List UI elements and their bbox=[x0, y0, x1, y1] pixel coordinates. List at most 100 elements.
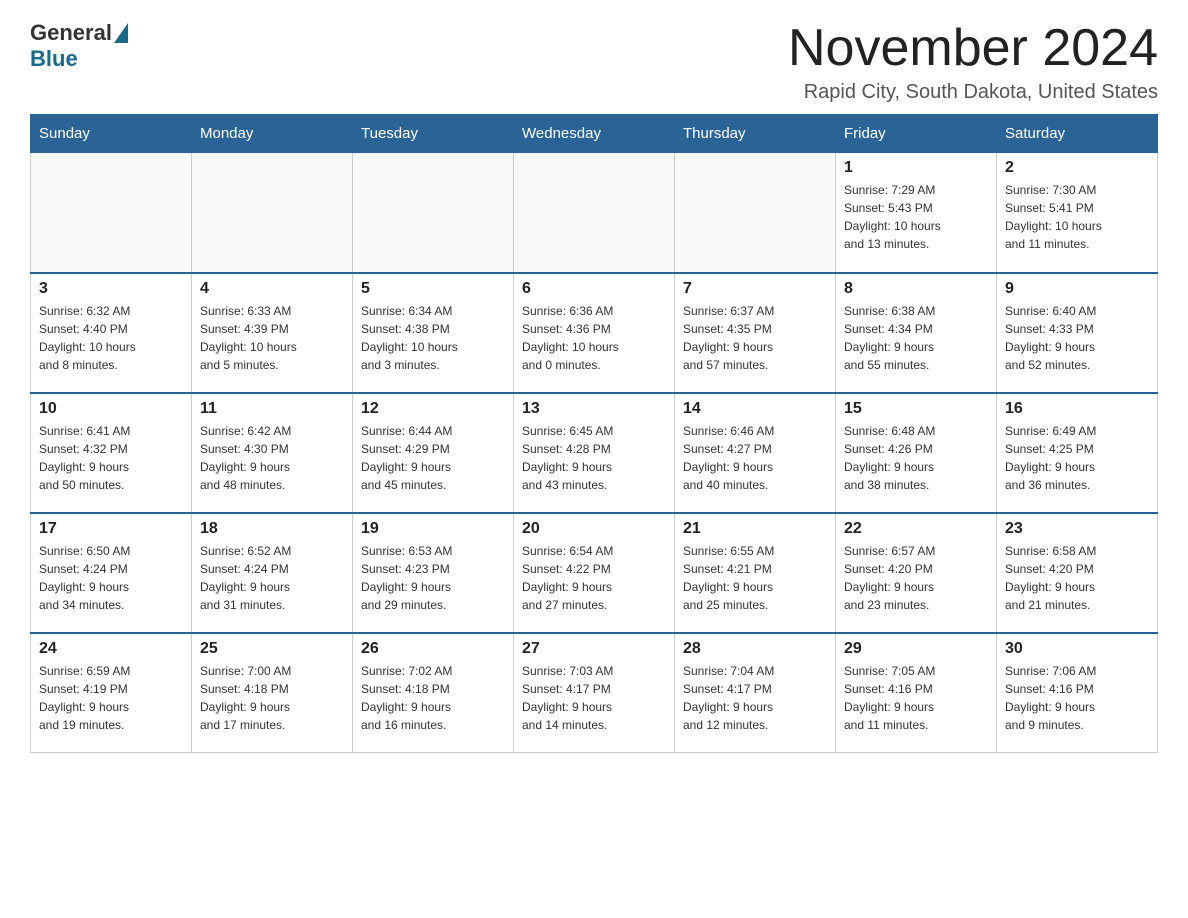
calendar-cell: 22 Sunrise: 6:57 AMSunset: 4:20 PMDayligh… bbox=[836, 513, 997, 633]
calendar-cell: 28 Sunrise: 7:04 AMSunset: 4:17 PMDayligh… bbox=[675, 633, 836, 753]
weekday-header-row: SundayMondayTuesdayWednesdayThursdayFrid… bbox=[31, 115, 1158, 153]
day-number: 30 bbox=[1005, 640, 1149, 658]
calendar-cell: 3Sunrise: 6:32 AMSunset: 4:40 PMDaylight… bbox=[31, 273, 192, 393]
calendar-row-0: 1 Sunrise: 7:29 AMSunset: 5:43 PMDaylight… bbox=[31, 153, 1158, 273]
calendar-cell: 30Sunrise: 7:06 AMSunset: 4:16 PMDayligh… bbox=[997, 633, 1158, 753]
calendar-cell: 23 Sunrise: 6:58 AMSunset: 4:20 PMDayligh… bbox=[997, 513, 1158, 633]
day-info: Sunrise: 6:54 AMSunset: 4:22 PMDaylight:… bbox=[522, 542, 666, 614]
calendar-cell: 18Sunrise: 6:52 AMSunset: 4:24 PMDayligh… bbox=[192, 513, 353, 633]
day-info: Sunrise: 6:38 AMSunset: 4:34 PMDaylight:… bbox=[844, 302, 988, 374]
calendar-cell: 17 Sunrise: 6:50 AMSunset: 4:24 PMDayligh… bbox=[31, 513, 192, 633]
day-number: 18 bbox=[200, 520, 344, 538]
logo-triangle-icon bbox=[114, 23, 128, 43]
day-info: Sunrise: 6:53 AMSunset: 4:23 PMDaylight:… bbox=[361, 542, 505, 614]
day-info: Sunrise: 6:40 AMSunset: 4:33 PMDaylight:… bbox=[1005, 302, 1149, 374]
day-number: 23 bbox=[1005, 520, 1149, 538]
calendar-row-3: 17 Sunrise: 6:50 AMSunset: 4:24 PMDayligh… bbox=[31, 513, 1158, 633]
calendar-row-2: 10 Sunrise: 6:41 AMSunset: 4:32 PMDayligh… bbox=[31, 393, 1158, 513]
day-info: Sunrise: 6:59 AMSunset: 4:19 PMDaylight:… bbox=[39, 662, 183, 734]
calendar-cell: 5 Sunrise: 6:34 AMSunset: 4:38 PMDaylight… bbox=[353, 273, 514, 393]
day-number: 9 bbox=[1005, 280, 1149, 298]
day-number: 29 bbox=[844, 640, 988, 658]
day-info: Sunrise: 7:02 AMSunset: 4:18 PMDaylight:… bbox=[361, 662, 505, 734]
day-info: Sunrise: 6:50 AMSunset: 4:24 PMDaylight:… bbox=[39, 542, 183, 614]
calendar-cell: 19 Sunrise: 6:53 AMSunset: 4:23 PMDayligh… bbox=[353, 513, 514, 633]
day-info: Sunrise: 6:55 AMSunset: 4:21 PMDaylight:… bbox=[683, 542, 827, 614]
day-info: Sunrise: 6:36 AMSunset: 4:36 PMDaylight:… bbox=[522, 302, 666, 374]
calendar-cell: 26 Sunrise: 7:02 AMSunset: 4:18 PMDayligh… bbox=[353, 633, 514, 753]
calendar-cell: 16Sunrise: 6:49 AMSunset: 4:25 PMDayligh… bbox=[997, 393, 1158, 513]
day-number: 1 bbox=[844, 159, 988, 177]
day-number: 7 bbox=[683, 280, 827, 298]
day-number: 27 bbox=[522, 640, 666, 658]
calendar-cell: 11 Sunrise: 6:42 AMSunset: 4:30 PMDayligh… bbox=[192, 393, 353, 513]
day-number: 5 bbox=[361, 280, 505, 298]
calendar-cell: 6 Sunrise: 6:36 AMSunset: 4:36 PMDaylight… bbox=[514, 273, 675, 393]
day-info: Sunrise: 6:32 AMSunset: 4:40 PMDaylight:… bbox=[39, 302, 183, 374]
calendar-row-1: 3Sunrise: 6:32 AMSunset: 4:40 PMDaylight… bbox=[31, 273, 1158, 393]
weekday-header-friday: Friday bbox=[836, 115, 997, 153]
day-number: 11 bbox=[200, 400, 344, 418]
calendar-cell bbox=[353, 153, 514, 273]
day-number: 13 bbox=[522, 400, 666, 418]
day-number: 21 bbox=[683, 520, 827, 538]
calendar-cell: 8 Sunrise: 6:38 AMSunset: 4:34 PMDaylight… bbox=[836, 273, 997, 393]
calendar-cell bbox=[192, 153, 353, 273]
calendar-cell: 21 Sunrise: 6:55 AMSunset: 4:21 PMDayligh… bbox=[675, 513, 836, 633]
calendar-row-4: 24Sunrise: 6:59 AMSunset: 4:19 PMDayligh… bbox=[31, 633, 1158, 753]
calendar-cell bbox=[514, 153, 675, 273]
day-number: 25 bbox=[200, 640, 344, 658]
calendar-cell: 4Sunrise: 6:33 AMSunset: 4:39 PMDaylight… bbox=[192, 273, 353, 393]
day-info: Sunrise: 6:42 AMSunset: 4:30 PMDaylight:… bbox=[200, 422, 344, 494]
day-info: Sunrise: 6:34 AMSunset: 4:38 PMDaylight:… bbox=[361, 302, 505, 374]
day-info: Sunrise: 6:48 AMSunset: 4:26 PMDaylight:… bbox=[844, 422, 988, 494]
calendar-cell: 13 Sunrise: 6:45 AMSunset: 4:28 PMDayligh… bbox=[514, 393, 675, 513]
month-year-title: November 2024 bbox=[788, 20, 1158, 77]
day-info: Sunrise: 6:58 AMSunset: 4:20 PMDaylight:… bbox=[1005, 542, 1149, 614]
calendar-cell: 14 Sunrise: 6:46 AMSunset: 4:27 PMDayligh… bbox=[675, 393, 836, 513]
day-info: Sunrise: 6:49 AMSunset: 4:25 PMDaylight:… bbox=[1005, 422, 1149, 494]
calendar-cell: 25Sunrise: 7:00 AMSunset: 4:18 PMDayligh… bbox=[192, 633, 353, 753]
calendar-cell bbox=[675, 153, 836, 273]
day-info: Sunrise: 7:04 AMSunset: 4:17 PMDaylight:… bbox=[683, 662, 827, 734]
weekday-header-monday: Monday bbox=[192, 115, 353, 153]
calendar-cell: 24Sunrise: 6:59 AMSunset: 4:19 PMDayligh… bbox=[31, 633, 192, 753]
day-info: Sunrise: 7:29 AMSunset: 5:43 PMDaylight:… bbox=[844, 181, 988, 253]
day-number: 26 bbox=[361, 640, 505, 658]
day-info: Sunrise: 6:57 AMSunset: 4:20 PMDaylight:… bbox=[844, 542, 988, 614]
calendar-cell: 10 Sunrise: 6:41 AMSunset: 4:32 PMDayligh… bbox=[31, 393, 192, 513]
day-info: Sunrise: 6:44 AMSunset: 4:29 PMDaylight:… bbox=[361, 422, 505, 494]
weekday-header-sunday: Sunday bbox=[31, 115, 192, 153]
logo-blue-text: Blue bbox=[30, 46, 78, 72]
day-info: Sunrise: 6:46 AMSunset: 4:27 PMDaylight:… bbox=[683, 422, 827, 494]
calendar-cell: 20 Sunrise: 6:54 AMSunset: 4:22 PMDayligh… bbox=[514, 513, 675, 633]
day-number: 20 bbox=[522, 520, 666, 538]
page-header: General Blue November 2024 Rapid City, S… bbox=[30, 20, 1158, 104]
day-info: Sunrise: 6:41 AMSunset: 4:32 PMDaylight:… bbox=[39, 422, 183, 494]
day-number: 2 bbox=[1005, 159, 1149, 177]
logo-general-text: General bbox=[30, 20, 112, 46]
day-number: 10 bbox=[39, 400, 183, 418]
day-number: 14 bbox=[683, 400, 827, 418]
title-area: November 2024 Rapid City, South Dakota, … bbox=[788, 20, 1158, 104]
location-subtitle: Rapid City, South Dakota, United States bbox=[788, 81, 1158, 104]
calendar-cell: 1 Sunrise: 7:29 AMSunset: 5:43 PMDaylight… bbox=[836, 153, 997, 273]
day-number: 19 bbox=[361, 520, 505, 538]
calendar-cell: 15 Sunrise: 6:48 AMSunset: 4:26 PMDayligh… bbox=[836, 393, 997, 513]
calendar-cell: 12Sunrise: 6:44 AMSunset: 4:29 PMDayligh… bbox=[353, 393, 514, 513]
calendar-cell: 9 Sunrise: 6:40 AMSunset: 4:33 PMDaylight… bbox=[997, 273, 1158, 393]
day-number: 6 bbox=[522, 280, 666, 298]
day-number: 17 bbox=[39, 520, 183, 538]
weekday-header-thursday: Thursday bbox=[675, 115, 836, 153]
logo: General Blue bbox=[30, 20, 130, 72]
day-number: 28 bbox=[683, 640, 827, 658]
day-number: 15 bbox=[844, 400, 988, 418]
weekday-header-wednesday: Wednesday bbox=[514, 115, 675, 153]
day-info: Sunrise: 6:37 AMSunset: 4:35 PMDaylight:… bbox=[683, 302, 827, 374]
day-number: 8 bbox=[844, 280, 988, 298]
day-info: Sunrise: 7:05 AMSunset: 4:16 PMDaylight:… bbox=[844, 662, 988, 734]
day-number: 22 bbox=[844, 520, 988, 538]
calendar-cell bbox=[31, 153, 192, 273]
day-info: Sunrise: 6:45 AMSunset: 4:28 PMDaylight:… bbox=[522, 422, 666, 494]
day-info: Sunrise: 6:33 AMSunset: 4:39 PMDaylight:… bbox=[200, 302, 344, 374]
